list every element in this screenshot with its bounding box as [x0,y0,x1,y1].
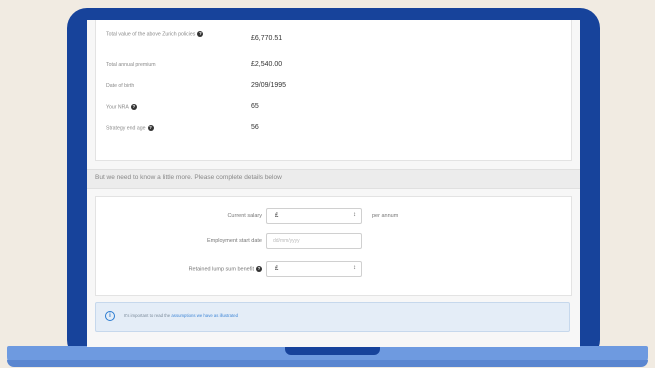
summary-value-total-value: £6,770.51 [251,35,283,42]
summary-label-total-value: Total value of the above Zurich policies… [106,31,204,38]
help-icon[interactable]: ? [197,31,204,37]
lump-sum-label: Retained lump sum benefit? [188,266,262,273]
assumptions-info-text: It's important to read the assumptions w… [124,313,239,318]
employment-start-label: Employment start date [206,238,262,244]
help-icon[interactable]: ? [130,104,137,110]
summary-value-date-of-birth: 29/09/1995 [251,82,287,89]
summary-label-nra: Your NRA? [106,104,137,111]
info-band-text: But we need to know a little more. Pleas… [95,174,282,181]
laptop-notch [285,347,380,355]
info-band: But we need to know a little more. Pleas… [87,169,580,189]
help-icon[interactable]: ? [147,125,154,131]
employment-start-date-input[interactable]: dd/mm/yyyy [266,233,362,249]
assumptions-info-box: i It's important to read the assumptions… [95,302,570,332]
lump-sum-value: £ [275,266,279,272]
salary-label: Current salary [227,213,262,219]
help-icon[interactable]: ? [256,266,262,272]
chevron-updown-icon: ↕ [353,212,356,218]
salary-value: £ [275,213,279,219]
summary-value-nra: 65 [251,103,259,110]
summary-label-annual-premium: Total annual premium [106,62,156,68]
assumptions-link[interactable]: assumptions we have as illustrated [171,313,238,318]
lump-sum-select[interactable]: £ ↕ [266,261,362,277]
laptop-screen: Total value of the above Zurich policies… [87,20,580,347]
summary-label-strategy-end-age: Strategy end age? [106,125,154,132]
salary-select[interactable]: £ ↕ [266,208,362,224]
details-form: Current salary £ ↕ per annum Employment … [95,196,572,296]
chevron-updown-icon: ↕ [353,265,356,271]
info-icon: i [105,311,115,321]
salary-per-annum: per annum [372,213,399,219]
laptop-base-shadow [7,360,648,367]
summary-value-strategy-end-age: 56 [251,124,259,131]
employment-start-placeholder: dd/mm/yyyy [273,238,300,244]
summary-label-date-of-birth: Date of birth [106,83,135,89]
summary-value-annual-premium: £2,540.00 [251,61,283,68]
policy-summary-panel: Total value of the above Zurich policies… [95,20,572,161]
